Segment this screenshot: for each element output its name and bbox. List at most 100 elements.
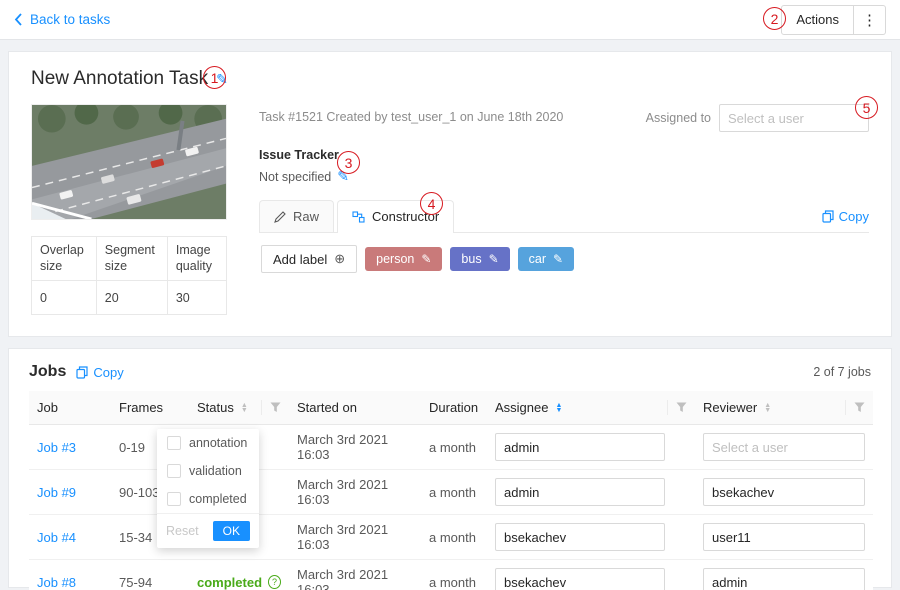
task-preview-image <box>31 104 227 220</box>
filter-reset-button[interactable]: Reset <box>166 524 199 538</box>
label-tag-car[interactable]: car ✎ <box>518 247 574 271</box>
job-link[interactable]: Job #4 <box>37 530 76 545</box>
col-status-label: Status <box>197 400 234 415</box>
more-menu-button[interactable]: ⋮ <box>854 5 886 35</box>
edit-label-icon[interactable]: ✎ <box>421 252 431 266</box>
job-assignee-input[interactable] <box>495 568 665 590</box>
job-assignee-input[interactable] <box>495 523 665 551</box>
job-started: March 3rd 2021 16:03 <box>289 560 421 590</box>
job-reviewer-input[interactable] <box>703 433 865 461</box>
label-tag-person-name: person <box>376 252 414 266</box>
job-link[interactable]: Job #3 <box>37 440 76 455</box>
jobs-count: 2 of 7 jobs <box>813 365 871 379</box>
label-tag-car-name: car <box>529 252 546 266</box>
chevron-left-icon <box>14 13 23 26</box>
annotation-circle-3: 3 <box>337 151 360 174</box>
col-job[interactable]: Job <box>29 391 111 425</box>
job-link[interactable]: Job #9 <box>37 485 76 500</box>
pencil-icon <box>274 211 286 223</box>
status-filter-dropdown: annotation validation completed Reset OK <box>157 429 259 548</box>
annotation-circle-4: 4 <box>420 192 443 215</box>
job-row-4[interactable]: Job #4 15-34 March 3rd 2021 16:03 a mont… <box>29 515 873 560</box>
job-frames: 75-94 <box>111 560 189 590</box>
job-duration: a month <box>421 560 487 590</box>
param-value-quality: 30 <box>167 281 226 315</box>
back-to-tasks-label: Back to tasks <box>30 12 110 27</box>
assignee-select-input[interactable] <box>719 104 869 132</box>
job-duration: a month <box>421 425 487 470</box>
job-duration: a month <box>421 515 487 560</box>
job-row-8[interactable]: Job #8 75-94 completed ? March 3rd 2021 … <box>29 560 873 590</box>
checkbox-completed[interactable] <box>167 492 181 506</box>
status-filter-option-validation[interactable]: validation <box>157 457 259 485</box>
status-filter-option-completed[interactable]: completed <box>157 485 259 513</box>
task-parameters-table: Overlap size Segment size Image quality … <box>31 236 227 315</box>
job-row-3[interactable]: Job #3 0-19 March 3rd 2021 16:03 a month <box>29 425 873 470</box>
annotation-circle-1: 1 <box>203 66 226 89</box>
label-tag-bus[interactable]: bus ✎ <box>450 247 509 271</box>
param-header-quality: Image quality <box>167 237 226 281</box>
param-header-segment: Segment size <box>96 237 167 281</box>
col-started[interactable]: Started on <box>289 391 421 425</box>
label-tag-person[interactable]: person ✎ <box>365 247 442 271</box>
assignee-filter-icon[interactable] <box>667 400 687 415</box>
plus-circle-icon: ⊕ <box>334 251 345 267</box>
job-row-9[interactable]: Job #9 90-103 March 3rd 2021 16:03 a mon… <box>29 470 873 515</box>
back-to-tasks-link[interactable]: Back to tasks <box>14 12 110 27</box>
tab-raw[interactable]: Raw <box>259 200 334 232</box>
annotation-circle-5: 5 <box>855 96 878 119</box>
edit-label-icon[interactable]: ✎ <box>489 252 499 266</box>
col-reviewer-label: Reviewer <box>703 400 757 415</box>
status-filter-option-label: validation <box>189 464 242 478</box>
col-duration[interactable]: Duration <box>421 391 487 425</box>
job-assignee-input[interactable] <box>495 478 665 506</box>
reviewer-filter-icon[interactable] <box>845 400 865 415</box>
tab-raw-label: Raw <box>293 209 319 224</box>
labels-copy-link[interactable]: Copy <box>822 209 869 232</box>
actions-button-group: Actions ⋮ <box>781 5 886 35</box>
job-link[interactable]: Job #8 <box>37 575 76 590</box>
labels-list: Add label ⊕ person ✎ bus ✎ car ✎ <box>259 233 869 285</box>
job-assignee-input[interactable] <box>495 433 665 461</box>
jobs-copy-label: Copy <box>93 365 123 380</box>
sort-carets-status[interactable]: ▲▼ <box>241 403 248 413</box>
edit-label-icon[interactable]: ✎ <box>553 252 563 266</box>
add-label-button[interactable]: Add label ⊕ <box>261 245 357 273</box>
assigned-to-label: Assigned to <box>646 111 711 125</box>
copy-icon <box>822 210 834 223</box>
status-filter-option-label: annotation <box>189 436 247 450</box>
status-filter-icon[interactable] <box>261 400 281 415</box>
jobs-table-header-row: Job Frames Status ▲▼ Started on Duration <box>29 391 873 425</box>
checkbox-validation[interactable] <box>167 464 181 478</box>
jobs-copy-link[interactable]: Copy <box>76 365 123 380</box>
param-value-overlap: 0 <box>32 281 97 315</box>
col-status[interactable]: Status ▲▼ <box>189 391 289 425</box>
job-reviewer-input[interactable] <box>703 568 865 590</box>
page: Back to tasks Actions ⋮ New Annotation T… <box>0 0 900 590</box>
sort-carets-reviewer[interactable]: ▲▼ <box>764 403 771 413</box>
col-assignee[interactable]: Assignee ▲▼ <box>487 391 695 425</box>
sort-carets-assignee[interactable]: ▲▼ <box>555 403 562 413</box>
job-status-completed: completed ? <box>197 575 281 590</box>
status-help-icon[interactable]: ? <box>268 575 281 589</box>
checkbox-annotation[interactable] <box>167 436 181 450</box>
filter-ok-button[interactable]: OK <box>213 521 250 541</box>
copy-icon <box>76 366 88 379</box>
col-frames[interactable]: Frames <box>111 391 189 425</box>
label-tag-bus-name: bus <box>461 252 481 266</box>
col-reviewer[interactable]: Reviewer ▲▼ <box>695 391 873 425</box>
col-assignee-label: Assignee <box>495 400 548 415</box>
job-status-text: completed <box>197 575 262 590</box>
constructor-icon <box>352 211 365 223</box>
task-card: New Annotation Task ✎ <box>8 51 892 337</box>
labels-tabs: Raw Constructor Copy <box>259 199 869 233</box>
job-started: March 3rd 2021 16:03 <box>289 470 421 515</box>
status-filter-option-annotation[interactable]: annotation <box>157 429 259 457</box>
actions-button[interactable]: Actions <box>781 5 854 35</box>
labels-copy-label: Copy <box>839 209 869 224</box>
annotation-circle-2: 2 <box>763 7 786 30</box>
job-reviewer-input[interactable] <box>703 478 865 506</box>
issue-tracker-value: Not specified <box>259 170 331 184</box>
task-title: New Annotation Task <box>31 68 208 90</box>
job-reviewer-input[interactable] <box>703 523 865 551</box>
